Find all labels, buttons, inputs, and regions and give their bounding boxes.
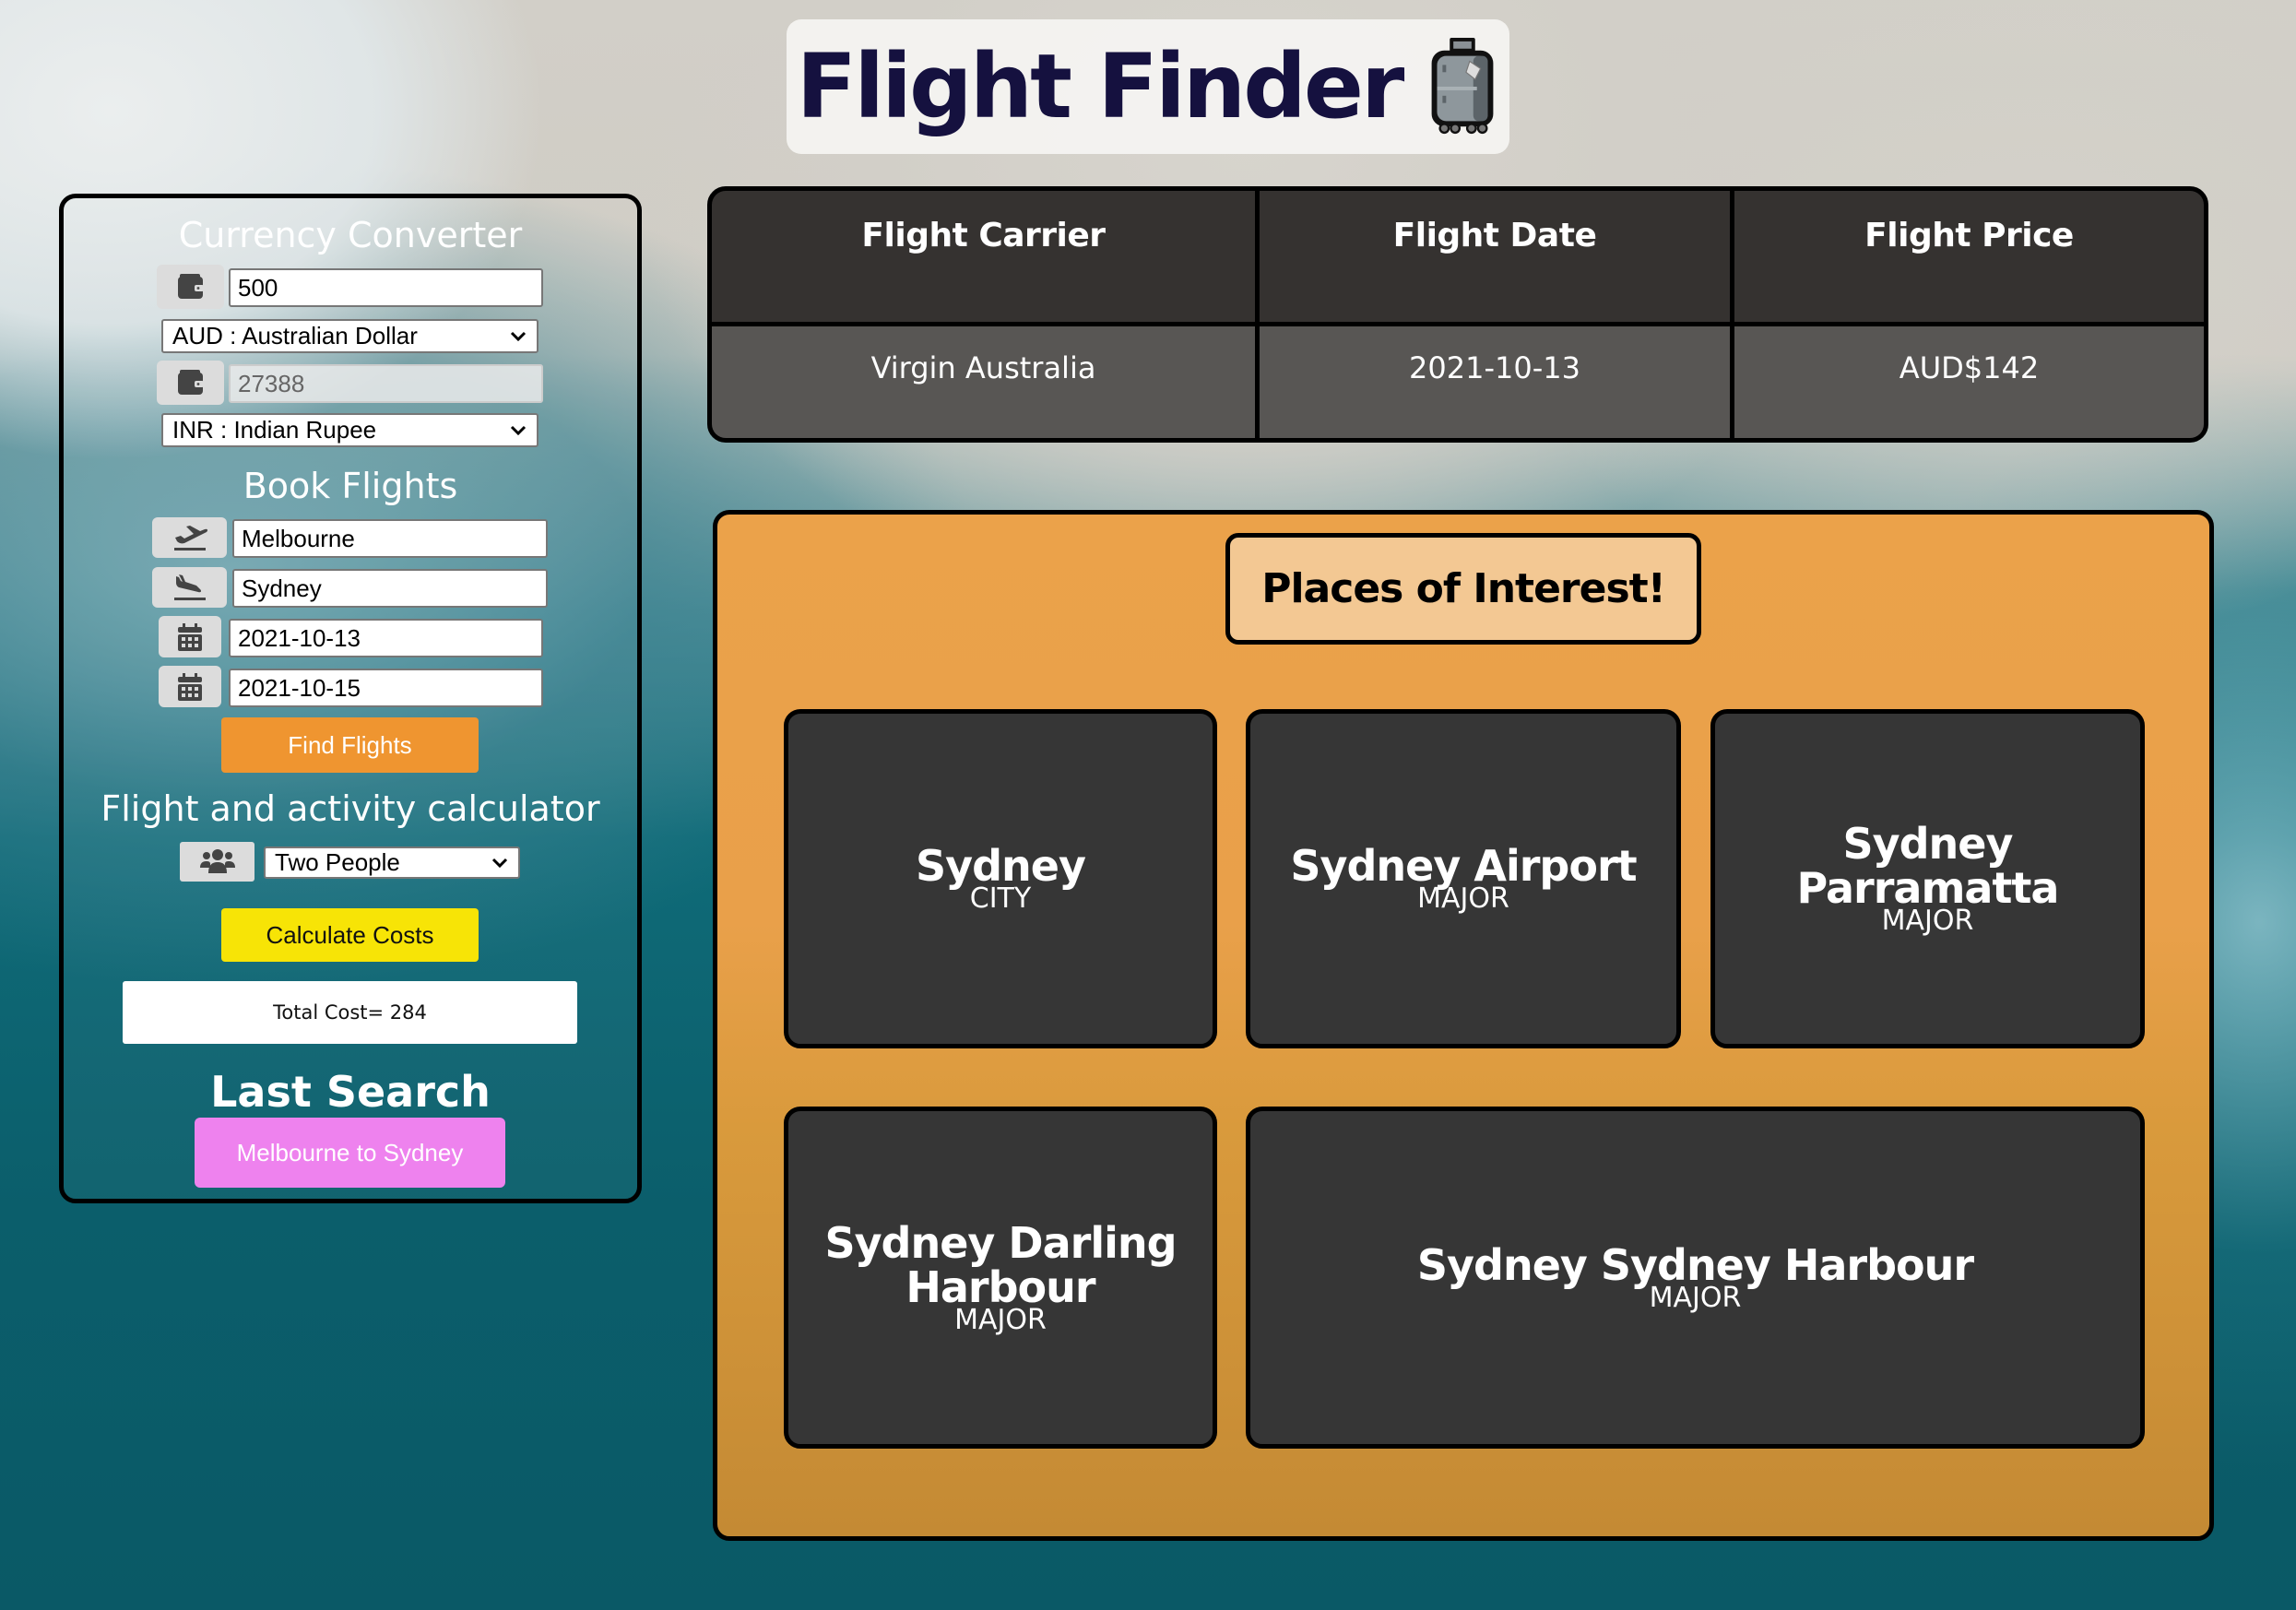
- place-type: MAJOR: [1881, 905, 1974, 937]
- cell-price: AUD$142: [1734, 326, 2204, 438]
- plane-arrival-icon: [173, 574, 206, 600]
- column-header-price: Flight Price: [1734, 191, 2204, 322]
- return-date-icon-box: [159, 666, 221, 707]
- to-currency-value: INR : Indian Rupee: [172, 416, 377, 444]
- depart-date-icon-box: [159, 616, 221, 657]
- converted-amount-input: [229, 364, 543, 403]
- people-select[interactable]: Two People: [264, 846, 520, 879]
- place-card[interactable]: Sydney Sydney Harbour MAJOR: [1246, 1107, 2145, 1449]
- total-cost-display: Total Cost= 284: [123, 981, 577, 1044]
- return-date-input[interactable]: [229, 669, 543, 707]
- amount-icon-box: [157, 265, 224, 309]
- place-card[interactable]: Sydney CITY: [784, 709, 1217, 1048]
- calculator-heading: Flight and activity calculator: [101, 788, 600, 829]
- depart-date-input[interactable]: [229, 619, 543, 657]
- last-search-button[interactable]: Melbourne to Sydney: [195, 1118, 505, 1188]
- destination-icon-box: [152, 567, 227, 608]
- column-header-date: Flight Date: [1260, 191, 1730, 322]
- chevron-down-icon: [510, 425, 527, 435]
- place-name: Sydney: [916, 841, 1086, 891]
- calculate-costs-button[interactable]: Calculate Costs: [221, 908, 479, 962]
- amount-input[interactable]: [229, 268, 543, 307]
- place-name: Sydney Parramatta: [1796, 819, 2060, 913]
- app-title-banner: Flight Finder: [787, 19, 1509, 154]
- place-card[interactable]: Sydney Darling Harbour MAJOR: [784, 1107, 1217, 1449]
- people-icon-box: [180, 842, 254, 882]
- origin-icon-box: [152, 517, 227, 558]
- people-select-value: Two People: [275, 848, 400, 876]
- wallet-icon: [177, 274, 204, 299]
- destination-input[interactable]: [232, 569, 548, 608]
- currency-converter-heading: Currency Converter: [178, 215, 523, 255]
- place-name: Sydney Darling Harbour: [824, 1217, 1177, 1312]
- calendar-icon: [178, 672, 202, 701]
- book-flights-heading: Book Flights: [243, 466, 458, 506]
- find-flights-button[interactable]: Find Flights: [221, 717, 479, 773]
- from-currency-value: AUD : Australian Dollar: [172, 322, 418, 349]
- cell-carrier: Virgin Australia: [712, 326, 1255, 438]
- place-type: MAJOR: [954, 1303, 1047, 1336]
- place-type: MAJOR: [1649, 1281, 1742, 1314]
- plane-departure-icon: [173, 526, 207, 550]
- place-name: Sydney Airport: [1290, 841, 1637, 891]
- flight-results-table: Flight Carrier Flight Date Flight Price …: [707, 186, 2208, 443]
- last-search-heading: Last Search: [210, 1067, 491, 1117]
- origin-input[interactable]: [232, 519, 548, 558]
- place-name: Sydney Sydney Harbour: [1416, 1239, 1974, 1290]
- to-currency-select[interactable]: INR : Indian Rupee: [161, 413, 538, 447]
- place-card[interactable]: Sydney Parramatta MAJOR: [1710, 709, 2145, 1048]
- cell-date: 2021-10-13: [1260, 326, 1730, 438]
- column-header-carrier: Flight Carrier: [712, 191, 1255, 322]
- places-heading: Places of Interest!: [1225, 533, 1701, 645]
- calendar-icon: [178, 622, 202, 651]
- chevron-down-icon: [491, 858, 508, 868]
- place-type: CITY: [969, 882, 1032, 915]
- places-of-interest-panel: Places of Interest! Sydney CITY Sydney A…: [713, 510, 2214, 1541]
- search-sidebar: Currency Converter AUD : Australian Doll…: [59, 194, 642, 1203]
- users-icon: [199, 848, 235, 873]
- wallet-icon: [177, 370, 204, 395]
- luggage-icon: [1431, 37, 1494, 135]
- chevron-down-icon: [510, 331, 527, 341]
- from-currency-select[interactable]: AUD : Australian Dollar: [161, 319, 538, 353]
- converted-icon-box: [157, 361, 224, 405]
- app-title: Flight Finder: [796, 35, 1405, 138]
- place-card[interactable]: Sydney Airport MAJOR: [1246, 709, 1681, 1048]
- place-type: MAJOR: [1417, 882, 1509, 915]
